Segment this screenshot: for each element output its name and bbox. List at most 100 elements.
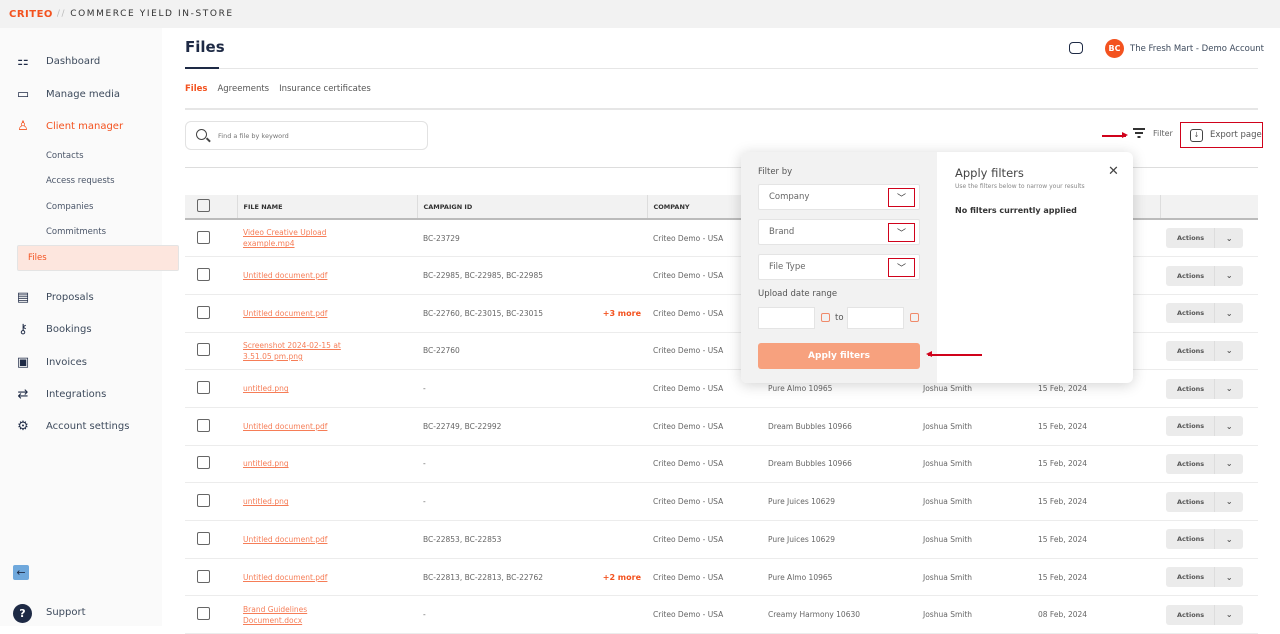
arrows-icon: ⇄ [17,386,29,402]
actions-button[interactable]: Actions ⌄ [1166,228,1244,249]
row-checkbox[interactable] [197,418,210,432]
filter-button[interactable]: Filter [1133,128,1173,138]
row-checkbox[interactable] [197,230,210,244]
chat-icon[interactable] [1069,42,1083,54]
row-select-cell [185,256,237,295]
apply-filters-button[interactable]: Apply filters [758,343,920,369]
export-page-button[interactable]: ↓ Export page [1180,122,1263,148]
chevron-down-icon[interactable]: ⌄ [1215,271,1243,280]
chevron-down-icon[interactable]: ⌄ [1215,309,1243,318]
chevron-down-icon[interactable]: ﹀ [888,188,915,207]
brand-select[interactable]: Brand ﹀ [758,219,920,245]
actions-button[interactable]: Actions ⌄ [1166,303,1244,324]
file-name-cell: untitled.png [237,482,417,521]
file-link[interactable]: Untitled document.pdf [243,421,327,432]
actions-button[interactable]: Actions ⌄ [1166,378,1244,399]
select-all-checkbox[interactable] [197,199,210,212]
row-checkbox[interactable] [197,569,210,583]
chevron-down-icon[interactable]: ⌄ [1215,346,1243,355]
chevron-down-icon[interactable]: ⌄ [1215,610,1243,619]
actions-button[interactable]: Actions ⌄ [1166,491,1244,512]
support-link[interactable]: Support [46,607,86,618]
company-cell: Criteo Demo - USA [647,558,762,597]
chevron-down-icon[interactable]: ⌄ [1215,573,1243,582]
row-checkbox[interactable] [197,381,210,395]
sidebar-item-label: Account settings [46,420,130,432]
sidebar-item-client-manager[interactable]: ♙ Client manager [0,111,162,141]
file-link[interactable]: Brand Guidelines Document.docx [243,604,348,626]
annotation-arrow [926,351,982,357]
sidebar-subitem-commitments[interactable]: Commitments [0,219,162,244]
row-checkbox[interactable] [197,607,210,621]
calendar-icon[interactable] [910,313,919,322]
sidebar-subitem-companies[interactable]: Companies [0,194,162,219]
file-link[interactable]: Video Creative Upload example.mp4 [243,227,348,249]
tab-insurance-certificates[interactable]: Insurance certificates [279,84,371,94]
row-checkbox[interactable] [197,305,210,319]
account-name[interactable]: The Fresh Mart - Demo Account [1130,44,1264,54]
sidebar-item-bookings[interactable]: ⚷ Bookings [0,314,162,344]
column-campaign-id[interactable]: CAMPAIGN ID [416,195,647,220]
file-link[interactable]: Screenshot 2024-02-15 at 3.51.05 pm.png [243,340,348,362]
file-link[interactable]: Untitled document.pdf [243,572,327,583]
more-campaigns-link[interactable]: +2 more [603,573,641,582]
end-date-input[interactable] [847,307,904,329]
file-type-select[interactable]: File Type ﹀ [758,254,920,280]
sidebar-item-proposals[interactable]: ▤ Proposals [0,282,162,312]
chevron-down-icon[interactable]: ⌄ [1215,497,1243,506]
actions-button[interactable]: Actions ⌄ [1166,604,1244,625]
file-link[interactable]: Untitled document.pdf [243,308,327,319]
chevron-down-icon[interactable]: ﹀ [888,223,915,242]
actions-button[interactable]: Actions ⌄ [1166,453,1244,474]
column-file-name[interactable]: FILE NAME [236,195,417,220]
close-icon[interactable]: ✕ [1108,164,1119,179]
row-checkbox[interactable] [197,456,210,470]
chevron-down-icon[interactable]: ﹀ [888,258,915,277]
brand-cell: Pure Juices 10629 [762,520,917,559]
chevron-down-icon[interactable]: ⌄ [1215,535,1243,544]
more-campaigns-link[interactable]: +3 more [603,309,641,318]
row-checkbox[interactable] [197,343,210,357]
actions-label: Actions [1166,567,1216,588]
actions-button[interactable]: Actions ⌄ [1166,340,1244,361]
brand-cell: Creamy Harmony 10630 [762,595,917,634]
search-input[interactable] [218,128,418,144]
chevron-down-icon[interactable]: ⌄ [1215,459,1243,468]
chevron-down-icon[interactable]: ⌄ [1215,234,1243,243]
calendar-icon[interactable] [821,313,830,322]
row-checkbox[interactable] [197,531,210,545]
filter-icon [1133,128,1145,138]
sidebar-item-invoices[interactable]: ▣ Invoices [0,347,162,377]
collapse-sidebar-button[interactable]: ← [13,565,29,580]
file-link[interactable]: untitled.png [243,383,289,394]
sidebar-item-manage-media[interactable]: ▭ Manage media [0,79,162,109]
actions-button[interactable]: Actions ⌄ [1166,416,1244,437]
sidebar-item-dashboard[interactable]: ⚏ Dashboard [0,46,162,76]
sidebar-subitem-files[interactable]: Files [17,245,179,271]
sidebar-item-account-settings[interactable]: ⚙ Account settings [0,411,162,441]
chevron-down-icon[interactable]: ⌄ [1215,384,1243,393]
file-link[interactable]: Untitled document.pdf [243,270,327,281]
file-link[interactable]: untitled.png [243,458,289,469]
sidebar-item-label: Bookings [46,323,92,335]
chevron-down-icon[interactable]: ⌄ [1215,422,1243,431]
sidebar-subitem-access-requests[interactable]: Access requests [0,168,162,193]
tab-files[interactable]: Files [185,84,207,94]
tab-agreements[interactable]: Agreements [217,84,269,94]
company-select[interactable]: Company ﹀ [758,184,920,210]
sidebar-item-integrations[interactable]: ⇄ Integrations [0,379,162,409]
actions-button[interactable]: Actions ⌄ [1166,567,1244,588]
actions-button[interactable]: Actions ⌄ [1166,529,1244,550]
start-date-input[interactable] [758,307,815,329]
avatar[interactable]: BC [1105,39,1124,58]
help-icon[interactable]: ? [13,604,32,623]
campaign-id-cell: BC-22813, BC-22813, BC-22762 +2 more [417,558,647,597]
file-link[interactable]: untitled.png [243,496,289,507]
row-checkbox[interactable] [197,268,210,282]
row-select-cell [185,482,237,521]
filter-label: Filter [1153,128,1173,138]
file-link[interactable]: Untitled document.pdf [243,534,327,545]
actions-button[interactable]: Actions ⌄ [1166,265,1244,286]
sidebar-subitem-contacts[interactable]: Contacts [0,143,162,168]
row-checkbox[interactable] [197,494,210,508]
